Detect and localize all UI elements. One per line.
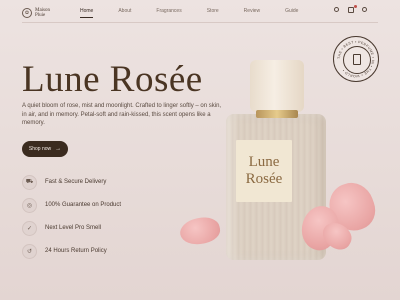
guarantee-icon: ◎ [22, 197, 37, 213]
feature-item: ↺ 24 Hours Return Policy [22, 241, 121, 261]
header-divider [22, 22, 378, 23]
feature-item: ✓ Next Level Pro Smell [22, 218, 121, 238]
user-icon[interactable] [362, 7, 368, 13]
hero-description: A quiet bloom of rose, mist and moonligh… [22, 103, 222, 126]
brand-logo[interactable]: ✿ Maison Pluie [22, 8, 53, 18]
logo-mark-icon: ✿ [22, 8, 32, 18]
nav-store[interactable]: Store [207, 7, 219, 15]
nav-review[interactable]: Review [244, 7, 260, 15]
bag-icon[interactable] [348, 5, 357, 13]
nav-guide[interactable]: Guide [285, 7, 298, 15]
return-icon: ↺ [22, 243, 37, 259]
cart-badge [354, 5, 357, 8]
bottle-label: Lune Rosée [236, 140, 292, 202]
bottle-label-line2: Rosée [245, 171, 283, 187]
feature-item: ⛟ Fast & Secure Delivery [22, 172, 121, 192]
truck-icon: ⛟ [22, 174, 37, 190]
feature-item: ◎ 100% Guarantee on Product [22, 195, 121, 215]
header-actions [334, 5, 368, 13]
main-nav: Home About Fragrances Store Review Guide [80, 7, 323, 18]
shop-now-button[interactable]: Shop now → [22, 141, 68, 157]
bottle-collar [256, 110, 298, 118]
feature-label: 24 Hours Return Policy [45, 248, 107, 254]
feature-label: 100% Guarantee on Product [45, 202, 122, 208]
shop-now-label: Shop now [28, 146, 52, 152]
feature-list: ⛟ Fast & Secure Delivery ◎ 100% Guarante… [22, 172, 121, 264]
nav-fragrances[interactable]: Fragrances [156, 7, 181, 15]
bottle-cap [250, 60, 304, 112]
best-perfume-badge: THE • BEST • PERFUME • IN • THE • WORLD … [333, 36, 379, 82]
search-icon[interactable] [334, 7, 340, 13]
rose-petal [177, 214, 223, 248]
feature-label: Next Level Pro Smell [45, 225, 102, 231]
nav-home[interactable]: Home [80, 7, 94, 18]
nav-about[interactable]: About [118, 7, 131, 15]
nose-icon: ✓ [22, 220, 37, 236]
feature-label: Fast & Secure Delivery [45, 179, 107, 185]
bottle-icon [353, 54, 361, 65]
bottle-label-line1: Lune [248, 154, 280, 170]
page: ✿ Maison Pluie Home About Fragrances Sto… [0, 0, 400, 300]
brand-name: Maison Pluie [35, 8, 50, 18]
arrow-right-icon: → [55, 146, 62, 152]
hero-title: Lune Rosée [22, 59, 203, 100]
